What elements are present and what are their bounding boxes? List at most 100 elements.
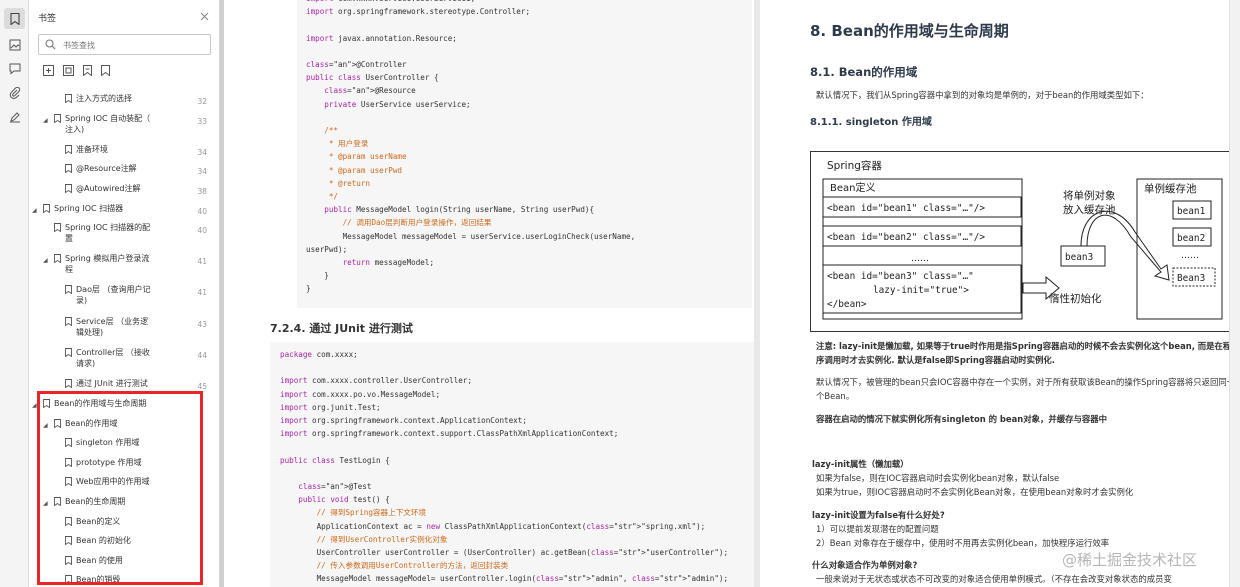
- bookmark-item[interactable]: 注入方式的选择 32: [29, 93, 219, 107]
- bean2-definition: <bean id="bean2" class="…"/>: [827, 232, 985, 243]
- bookmark-label: Spring 模拟用户登录流: [65, 254, 150, 263]
- code-line: public void test() {: [298, 495, 390, 505]
- bookmark-item[interactable]: Bean 的初始化: [29, 535, 219, 549]
- bookmark-icon: [54, 223, 61, 232]
- bookmark-item[interactable]: prototype 作用域: [29, 457, 219, 471]
- code-line: UserController userController = (UserCon…: [280, 548, 729, 558]
- lazy-init-note: 注意: lazy-init是懒加载, 如果等于true时作用是指Spring容器…: [816, 341, 1232, 365]
- code-line: import org.springframework.stereotype.Co…: [306, 7, 531, 17]
- lazy-init-title: lazy-init属性（懒加载）: [812, 459, 909, 469]
- bookmark-label: Service层 （业务逻: [76, 317, 149, 326]
- add-bookmark-icon[interactable]: [81, 64, 94, 77]
- bookmark-item[interactable]: Service层 （业务逻 辑处理) 43: [29, 316, 219, 340]
- bookmark-icon: [43, 204, 50, 213]
- bookmark-label-line2: 录): [76, 296, 88, 305]
- collapse-all-icon[interactable]: [62, 64, 75, 77]
- code-line: // 调用Dao层判断用户登录操作，返回结果: [306, 218, 492, 228]
- bookmark-item[interactable]: Bean的销毁: [29, 574, 219, 587]
- bookmark-label: Spring IOC 自动装配（: [65, 114, 151, 123]
- thumbnail-icon[interactable]: [4, 34, 25, 55]
- bookmark-icon[interactable]: [99, 64, 112, 77]
- bookmark-page-number: 38: [197, 187, 207, 196]
- cache-bean3: Bean3: [1177, 273, 1205, 284]
- vertical-scrollbar[interactable]: [1229, 0, 1240, 587]
- bookmark-item[interactable]: ◢ Spring 模拟用户登录流程 41: [29, 253, 219, 277]
- bean3-definition-2: lazy-init="true">: [873, 285, 969, 296]
- intro-text: 默认情况下，我们从Spring容器中拿到的对象均是单例的，对于bean的作用域类…: [816, 90, 1149, 100]
- bookmark-item[interactable]: Spring IOC 扫描器的配置 40: [29, 222, 219, 246]
- bookmark-search[interactable]: [38, 34, 211, 55]
- bookmark-label: @Resource注解: [76, 164, 137, 173]
- code-line: import com.xxxx.po.vo.MessageModel;: [280, 389, 441, 399]
- comment-icon[interactable]: [4, 58, 25, 79]
- bookmark-icon: [65, 145, 72, 154]
- search-input[interactable]: [63, 38, 203, 52]
- bean3-definition-3: </bean>: [827, 299, 867, 310]
- dots-label: ……: [911, 254, 929, 264]
- code-line: userPwd);: [306, 244, 348, 254]
- cache-bean1: bean1: [1177, 206, 1206, 217]
- code-line: */: [306, 192, 339, 202]
- bookmark-label: Bean的销毁: [76, 575, 121, 584]
- expand-arrow-icon[interactable]: ◢: [43, 255, 48, 266]
- bookmark-item[interactable]: ◢ Bean的作用域与生命周期: [29, 398, 219, 412]
- bookmark-label: Spring IOC 扫描器的配: [65, 223, 151, 232]
- bookmark-icon[interactable]: [4, 8, 25, 29]
- cache-pool-label: 单例缓存池: [1144, 182, 1197, 195]
- code-line: import org.junit.Test;: [280, 402, 381, 412]
- bookmark-item[interactable]: 通过 JUnit 进行测试 45: [29, 378, 219, 392]
- bookmark-item[interactable]: singleton 作用域: [29, 437, 219, 451]
- code-line: import com.xxxx.controller.UserControlle…: [280, 376, 473, 386]
- code-line: public class TestLogin {: [280, 455, 390, 465]
- left-toolbar: [0, 0, 29, 587]
- code-block-controller: import com.xxxx.service.UserService1;imp…: [297, 0, 752, 308]
- bookmark-icon: [54, 254, 61, 263]
- bookmark-label: Web应用中的作用域: [76, 477, 150, 486]
- watermark: @稀土掘金技术社区: [1062, 551, 1198, 569]
- expand-arrow-icon[interactable]: ◢: [32, 205, 37, 216]
- bookmark-item[interactable]: 准备环境 34: [29, 144, 219, 158]
- bookmark-item[interactable]: Bean 的使用: [29, 555, 219, 569]
- code-line: class="an">@Resource: [324, 86, 416, 96]
- bookmark-label: Spring IOC 扫描器: [54, 204, 124, 213]
- bookmark-item[interactable]: ◢ Bean的作用域: [29, 418, 219, 432]
- expand-arrow-icon[interactable]: ◢: [32, 400, 37, 411]
- close-icon[interactable]: [197, 9, 211, 23]
- bookmark-item[interactable]: @Resource注解 34: [29, 163, 219, 177]
- signature-icon[interactable]: [4, 106, 25, 127]
- suitable-title: 什么对象适合作为单例对象?: [812, 560, 918, 570]
- bookmark-label: Bean 的使用: [76, 556, 123, 565]
- bookmark-label: Bean的作用域与生命周期: [54, 399, 147, 408]
- bookmark-icon: [65, 285, 72, 294]
- lazy-false-text: 如果为false，则在IOC容器启动时会实例化bean对象，默认false: [816, 473, 1060, 483]
- pdf-reader-window: 书签 注入方式的选择 32 ◢ Spring IOC 自动装配（ 注入) 33 准备环境 34…: [0, 0, 1240, 587]
- bookmark-item[interactable]: Bean的定义: [29, 516, 219, 530]
- bookmark-page-number: 41: [197, 288, 207, 297]
- bookmark-item[interactable]: Dao层 （查询用户记 录) 41: [29, 284, 219, 308]
- bookmark-label: Bean 的初始化: [76, 536, 131, 545]
- bookmark-item[interactable]: ◢ Spring IOC 自动装配（ 注入) 33: [29, 113, 219, 137]
- bookmark-label: 准备环境: [76, 145, 108, 154]
- cache-dots: ……: [1181, 251, 1199, 261]
- expand-all-icon[interactable]: [42, 64, 55, 77]
- code-line: public class UserController {: [306, 73, 439, 83]
- code-line: import org.springframework.context.Appli…: [280, 416, 527, 426]
- singleton-paragraph: 默认情况下，被管理的bean只会IOC容器中存在一个实例，对于所有获取该Bean…: [816, 377, 1236, 401]
- expand-arrow-icon[interactable]: ◢: [43, 115, 48, 126]
- expand-arrow-icon[interactable]: ◢: [43, 498, 48, 509]
- bean3-instance: bean3: [1065, 252, 1093, 263]
- bookmark-label-line2: 请求): [76, 359, 96, 368]
- bookmark-item[interactable]: Controller层 （接收 请求) 44: [29, 347, 219, 371]
- bookmark-item[interactable]: @Autowired注解 38: [29, 183, 219, 197]
- bookmark-icon: [65, 575, 72, 584]
- bookmark-item[interactable]: ◢ Bean的生命周期: [29, 496, 219, 510]
- bookmark-label: Dao层 （查询用户记: [76, 285, 151, 294]
- bookmark-label: prototype 作用域: [76, 458, 142, 467]
- bookmark-item[interactable]: ◢ Spring IOC 扫描器 40: [29, 203, 219, 217]
- attachment-icon[interactable]: [4, 82, 25, 103]
- bookmark-page-number: 33: [197, 117, 207, 126]
- expand-arrow-icon[interactable]: ◢: [43, 420, 48, 431]
- bookmark-item[interactable]: Web应用中的作用域: [29, 476, 219, 490]
- singleton-diagram: Spring容器 Bean定义 <bean id="bean1" class="…: [810, 151, 1238, 332]
